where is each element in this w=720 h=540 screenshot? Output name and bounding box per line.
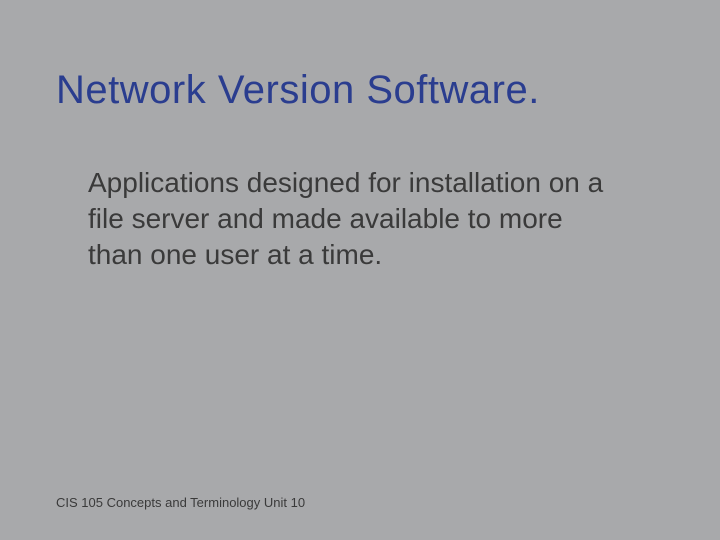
slide-body: Applications designed for installation o… [56, 165, 616, 272]
slide-container: Network Version Software. Applications d… [0, 0, 720, 540]
slide-title: Network Version Software. [56, 68, 664, 113]
slide-footer: CIS 105 Concepts and Terminology Unit 10 [56, 495, 305, 510]
